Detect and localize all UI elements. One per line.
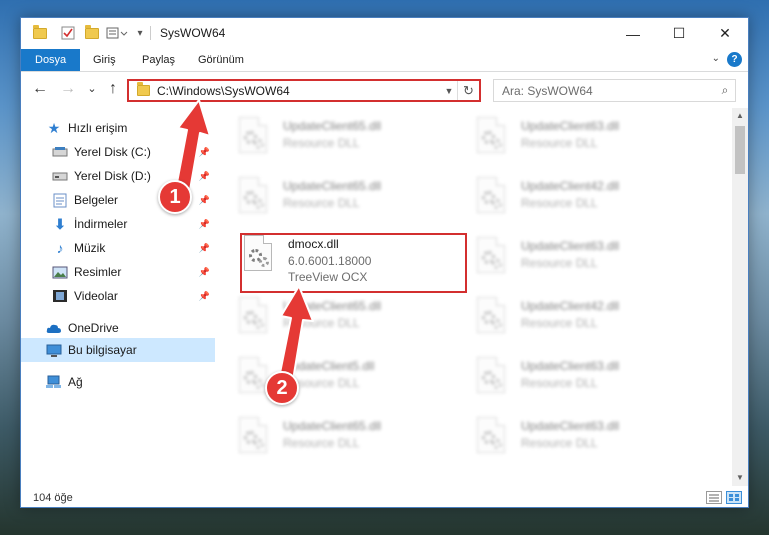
- navigation-bar: ← → ⌄ ↑ C:\Windows\SysWOW64 ▼ ↻ Ara: Sys…: [21, 72, 748, 108]
- documents-icon: [52, 193, 68, 207]
- highlight-box: [240, 233, 467, 293]
- step-2-badge: 2: [265, 371, 299, 405]
- file-item[interactable]: UpdateClient63.dll Resource DLL: [453, 114, 679, 164]
- tab-giris[interactable]: Giriş: [89, 49, 120, 71]
- sidebar-item-local-disk-c[interactable]: Yerel Disk (C:) 📌: [21, 141, 215, 163]
- search-icon: ⌕: [721, 83, 729, 97]
- tab-dosya[interactable]: Dosya: [21, 49, 81, 71]
- download-icon: ⬇: [54, 215, 66, 232]
- pictures-icon: [52, 265, 68, 279]
- folder-icon: [137, 82, 150, 96]
- pin-icon[interactable]: 📌: [199, 219, 210, 230]
- properties-icon[interactable]: [59, 24, 77, 42]
- maximize-button[interactable]: ☐: [656, 18, 702, 49]
- drive-icon: [52, 145, 68, 159]
- cloud-icon: [46, 321, 62, 335]
- search-box[interactable]: Ara: SysWOW64 ⌕: [493, 79, 736, 102]
- search-input[interactable]: Ara: SysWOW64: [502, 84, 715, 98]
- dll-file-icon: [473, 297, 509, 341]
- dll-file-icon: [235, 177, 271, 221]
- help-icon[interactable]: ?: [727, 52, 742, 67]
- sidebar-item-quick-access[interactable]: ★ Hızlı erişim: [21, 117, 215, 139]
- refresh-button[interactable]: ↻: [457, 81, 479, 100]
- recent-locations-button[interactable]: ⌄: [83, 82, 101, 95]
- file-item[interactable]: UpdateClient65.dll Resource DLL: [215, 174, 441, 224]
- pin-icon[interactable]: 📌: [199, 147, 210, 158]
- pin-icon[interactable]: 📌: [199, 267, 210, 278]
- dll-file-icon: [473, 357, 509, 401]
- computer-icon: [46, 343, 62, 357]
- file-item[interactable]: UpdateClient63.dll Resource DLL: [453, 234, 679, 284]
- network-icon: [46, 375, 62, 389]
- sidebar-item-videos[interactable]: Videolar 📌: [21, 285, 215, 307]
- back-button[interactable]: ←: [31, 80, 49, 98]
- file-item[interactable]: UpdateClient42.dll Resource DLL: [453, 294, 679, 344]
- scroll-down-icon[interactable]: ▼: [732, 470, 748, 486]
- drive-icon: [52, 169, 68, 183]
- sidebar-item-network[interactable]: Ağ: [21, 371, 215, 393]
- item-count: 104 öğe: [33, 491, 73, 504]
- file-item[interactable]: UpdateClient65.dll Resource DLL: [215, 294, 441, 344]
- scroll-up-icon[interactable]: ▲: [732, 108, 748, 124]
- dll-file-icon: [235, 417, 271, 461]
- large-icons-view-icon[interactable]: [726, 491, 742, 504]
- file-item[interactable]: UpdateClient5.dll Resource DLL: [215, 354, 441, 404]
- forward-button[interactable]: →: [59, 80, 77, 98]
- file-list: UpdateClient65.dll Resource DLL UpdateCli…: [215, 108, 734, 486]
- step-1-badge: 1: [158, 180, 192, 214]
- folder-icon: [31, 24, 49, 42]
- navigation-pane: ★ Hızlı erişim Yerel Disk (C:) 📌 Yerel D…: [21, 108, 215, 486]
- pin-icon[interactable]: 📌: [199, 195, 210, 206]
- music-icon: ♪: [56, 240, 64, 256]
- sidebar-item-downloads[interactable]: ⬇ İndirmeler 📌: [21, 213, 215, 235]
- pin-icon[interactable]: 📌: [199, 291, 210, 302]
- view-options-icon[interactable]: [105, 24, 129, 42]
- status-bar: 104 öğe: [21, 486, 748, 507]
- expand-ribbon-icon[interactable]: ⌄: [712, 53, 720, 64]
- dll-file-icon: [473, 237, 509, 281]
- dll-file-icon: [235, 117, 271, 161]
- pin-icon[interactable]: 📌: [199, 243, 210, 254]
- vertical-scrollbar[interactable]: ▲ ▼: [732, 108, 748, 486]
- dll-file-icon: [235, 297, 271, 341]
- address-bar[interactable]: C:\Windows\SysWOW64 ▼ ↻: [127, 79, 481, 102]
- star-icon: ★: [47, 119, 61, 136]
- window-title: SysWOW64: [160, 26, 226, 40]
- chevron-down-icon[interactable]: ▼: [441, 86, 457, 96]
- dll-file-icon: [473, 117, 509, 161]
- minimize-button[interactable]: —: [610, 18, 656, 49]
- close-button[interactable]: ✕: [702, 18, 748, 49]
- details-view-icon[interactable]: [706, 491, 722, 504]
- tab-paylas[interactable]: Paylaş: [138, 49, 179, 71]
- scroll-thumb[interactable]: [735, 126, 745, 174]
- up-button[interactable]: ↑: [104, 80, 122, 98]
- dll-file-icon: [473, 417, 509, 461]
- title-bar: ▾ SysWOW64 — ☐ ✕: [21, 18, 748, 49]
- dll-file-icon: [473, 177, 509, 221]
- address-path[interactable]: C:\Windows\SysWOW64: [157, 84, 441, 98]
- sidebar-item-this-pc[interactable]: Bu bilgisayar: [21, 338, 215, 362]
- file-item[interactable]: UpdateClient65.dll Resource DLL: [215, 114, 441, 164]
- file-item[interactable]: UpdateClient63.dll Resource DLL: [453, 354, 679, 404]
- file-item[interactable]: UpdateClient42.dll Resource DLL: [453, 174, 679, 224]
- customize-toolbar-icon[interactable]: ▾: [134, 24, 146, 42]
- videos-icon: [52, 289, 68, 303]
- sidebar-item-pictures[interactable]: Resimler 📌: [21, 261, 215, 283]
- file-item[interactable]: UpdateClient63.dll Resource DLL: [453, 414, 679, 464]
- pin-icon[interactable]: 📌: [199, 171, 210, 182]
- sidebar-item-music[interactable]: ♪ Müzik 📌: [21, 237, 215, 259]
- sidebar-item-onedrive[interactable]: OneDrive: [21, 317, 215, 339]
- new-folder-icon[interactable]: [83, 24, 101, 42]
- ribbon-tabs: Dosya Giriş Paylaş Görünüm ⌄ ?: [21, 49, 748, 72]
- file-item[interactable]: UpdateClient65.dll Resource DLL: [215, 414, 441, 464]
- tab-gorunum[interactable]: Görünüm: [194, 49, 248, 71]
